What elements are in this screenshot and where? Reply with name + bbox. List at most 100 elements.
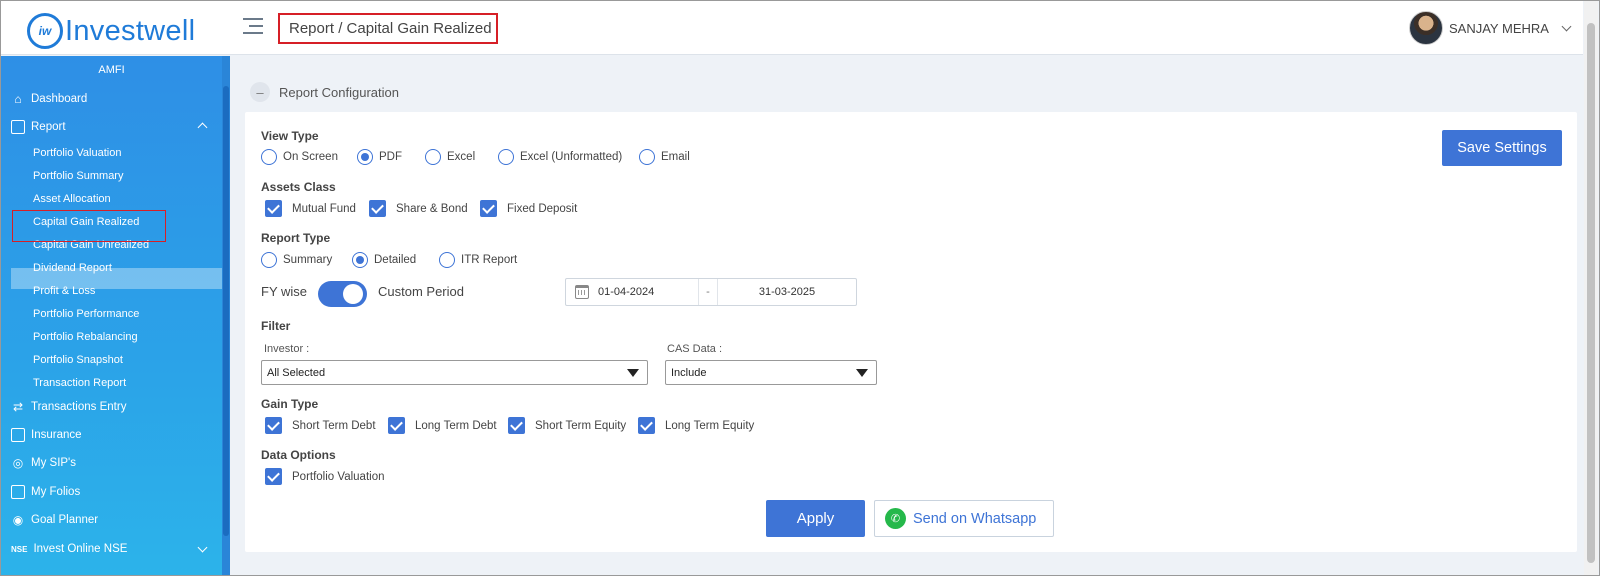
checkbox-short-term-debt[interactable]: Short Term Debt [265, 417, 376, 434]
radio-icon [261, 149, 277, 165]
menu-toggle-icon[interactable] [243, 18, 263, 38]
date-from-input[interactable]: 01-04-2024 [598, 286, 698, 298]
sidebar-item-my-sips[interactable]: ◎ My SIP's [11, 452, 222, 474]
sidebar-item-dividend-report[interactable]: Dividend Report [33, 258, 213, 278]
radio-pdf[interactable]: PDF [357, 149, 402, 165]
radio-on-screen[interactable]: On Screen [261, 149, 338, 165]
option-label: Excel [447, 151, 476, 163]
date-range-picker[interactable]: 01-04-2024 - 31-03-2025 [565, 278, 857, 306]
radio-excel[interactable]: Excel [425, 149, 475, 165]
whatsapp-label: Send on Whatsapp [913, 510, 1037, 527]
checkbox-checked-icon [638, 417, 655, 434]
target-icon: ◉ [12, 513, 24, 527]
option-label: Share & Bond [396, 202, 468, 215]
chevron-up-icon [197, 122, 208, 133]
sidebar-scrollbar[interactable] [222, 56, 230, 575]
send-whatsapp-button[interactable]: ✆ Send on Whatsapp [874, 500, 1054, 537]
sidebar-item-label: Goal Planner [31, 514, 99, 526]
sidebar-item-profit-loss[interactable]: Profit & Loss [33, 281, 213, 301]
sidebar-item-portfolio-snapshot[interactable]: Portfolio Snapshot [33, 350, 213, 370]
page-scrollbar[interactable] [1584, 1, 1598, 575]
sidebar-item-portfolio-summary[interactable]: Portfolio Summary [33, 166, 213, 186]
option-label: Portfolio Valuation [292, 470, 385, 483]
checkbox-short-term-equity[interactable]: Short Term Equity [508, 417, 626, 434]
sidebar-item-transaction-report[interactable]: Transaction Report [33, 373, 213, 393]
chevron-down-icon [197, 542, 208, 553]
investor-select[interactable]: All Selected [261, 360, 648, 385]
gain-type-label: Gain Type [261, 397, 319, 411]
report-config-header[interactable]: – Report Configuration [250, 82, 399, 102]
user-menu[interactable]: SANJAY MEHRA [1409, 11, 1572, 45]
option-label: PDF [379, 151, 402, 163]
radio-email[interactable]: Email [639, 149, 690, 165]
sidebar-item-report[interactable]: Report [11, 116, 222, 138]
option-label: Summary [283, 254, 333, 266]
apply-button[interactable]: Apply [766, 500, 865, 537]
home-icon: ⌂ [14, 92, 22, 106]
sidebar-item-invest-online-nse[interactable]: NSE Invest Online NSE [11, 538, 222, 560]
sidebar-item-portfolio-valuation[interactable]: Portfolio Valuation [33, 143, 213, 163]
investwell-logo[interactable]: iw Investwell [27, 13, 195, 49]
checkbox-portfolio-valuation[interactable]: Portfolio Valuation [265, 468, 384, 485]
checkbox-checked-icon [388, 417, 405, 434]
sidebar-item-portfolio-rebalancing[interactable]: Portfolio Rebalancing [33, 327, 213, 347]
period-toggle[interactable] [318, 281, 367, 307]
radio-icon [439, 252, 455, 268]
investor-value: All Selected [267, 366, 326, 379]
sidebar-item-label: My SIP's [31, 457, 77, 469]
radio-icon [498, 149, 514, 165]
checkbox-checked-icon [265, 417, 282, 434]
document-icon [11, 428, 25, 442]
cas-data-value: Include [671, 366, 707, 379]
sidebar-item-label: Insurance [31, 429, 82, 441]
checkbox-checked-icon [265, 468, 282, 485]
sidebar-item-asset-allocation[interactable]: Asset Allocation [33, 189, 213, 209]
chevron-down-icon [1561, 21, 1572, 31]
sidebar-item-portfolio-performance[interactable]: Portfolio Performance [33, 304, 213, 324]
radio-summary[interactable]: Summary [261, 252, 332, 268]
cas-data-select[interactable]: Include [665, 360, 877, 385]
swap-arrows-icon: ⇄ [12, 400, 24, 414]
checkbox-checked-icon [369, 200, 386, 217]
checkbox-fixed-deposit[interactable]: Fixed Deposit [480, 200, 577, 217]
sidebar-item-label: Dashboard [31, 93, 88, 105]
radio-detailed[interactable]: Detailed [352, 252, 416, 268]
option-label: Fixed Deposit [507, 202, 578, 215]
checkbox-long-term-debt[interactable]: Long Term Debt [388, 417, 497, 434]
top-header: iw Investwell Report / Capital Gain Real… [1, 1, 1583, 55]
option-label: Excel (Unformatted) [520, 151, 623, 163]
toggle-knob [343, 284, 363, 304]
config-card [245, 112, 1577, 552]
sidebar-item-label: Transactions Entry [31, 401, 127, 413]
option-label: Long Term Equity [665, 419, 755, 432]
section-title: Report Configuration [279, 84, 399, 100]
user-name: SANJAY MEHRA [1449, 20, 1549, 36]
checkbox-mutual-fund[interactable]: Mutual Fund [265, 200, 356, 217]
report-type-label: Report Type [261, 231, 331, 245]
sidebar-item-dashboard[interactable]: ⌂ Dashboard [11, 88, 222, 110]
cas-data-label: CAS Data : [667, 343, 723, 355]
sidebar-item-goal-planner[interactable]: ◉ Goal Planner [11, 509, 222, 531]
custom-period-label: Custom Period [378, 284, 464, 299]
nse-badge: NSE [11, 544, 28, 554]
sip-icon: ◎ [12, 456, 24, 470]
checkbox-checked-icon [265, 200, 282, 217]
report-icon [11, 120, 25, 134]
radio-itr-report[interactable]: ITR Report [439, 252, 517, 268]
collapse-icon[interactable]: – [250, 82, 270, 102]
option-label: Email [661, 151, 690, 163]
sidebar-item-insurance[interactable]: Insurance [11, 424, 222, 446]
date-to-input[interactable]: 31-03-2025 [718, 286, 856, 298]
sidebar-item-transactions-entry[interactable]: ⇄ Transactions Entry [11, 396, 222, 418]
save-settings-button[interactable]: Save Settings [1442, 130, 1562, 166]
avatar [1409, 11, 1443, 45]
option-label: Short Term Debt [292, 419, 376, 432]
investor-label: Investor : [264, 343, 310, 355]
sidebar-item-my-folios[interactable]: My Folios [11, 481, 222, 503]
radio-excel-unformatted[interactable]: Excel (Unformatted) [498, 149, 622, 165]
radio-icon [425, 149, 441, 165]
checkbox-share-bond[interactable]: Share & Bond [369, 200, 468, 217]
option-label: Mutual Fund [292, 202, 356, 215]
checkbox-long-term-equity[interactable]: Long Term Equity [638, 417, 754, 434]
sidebar-item-label: My Folios [31, 486, 81, 498]
